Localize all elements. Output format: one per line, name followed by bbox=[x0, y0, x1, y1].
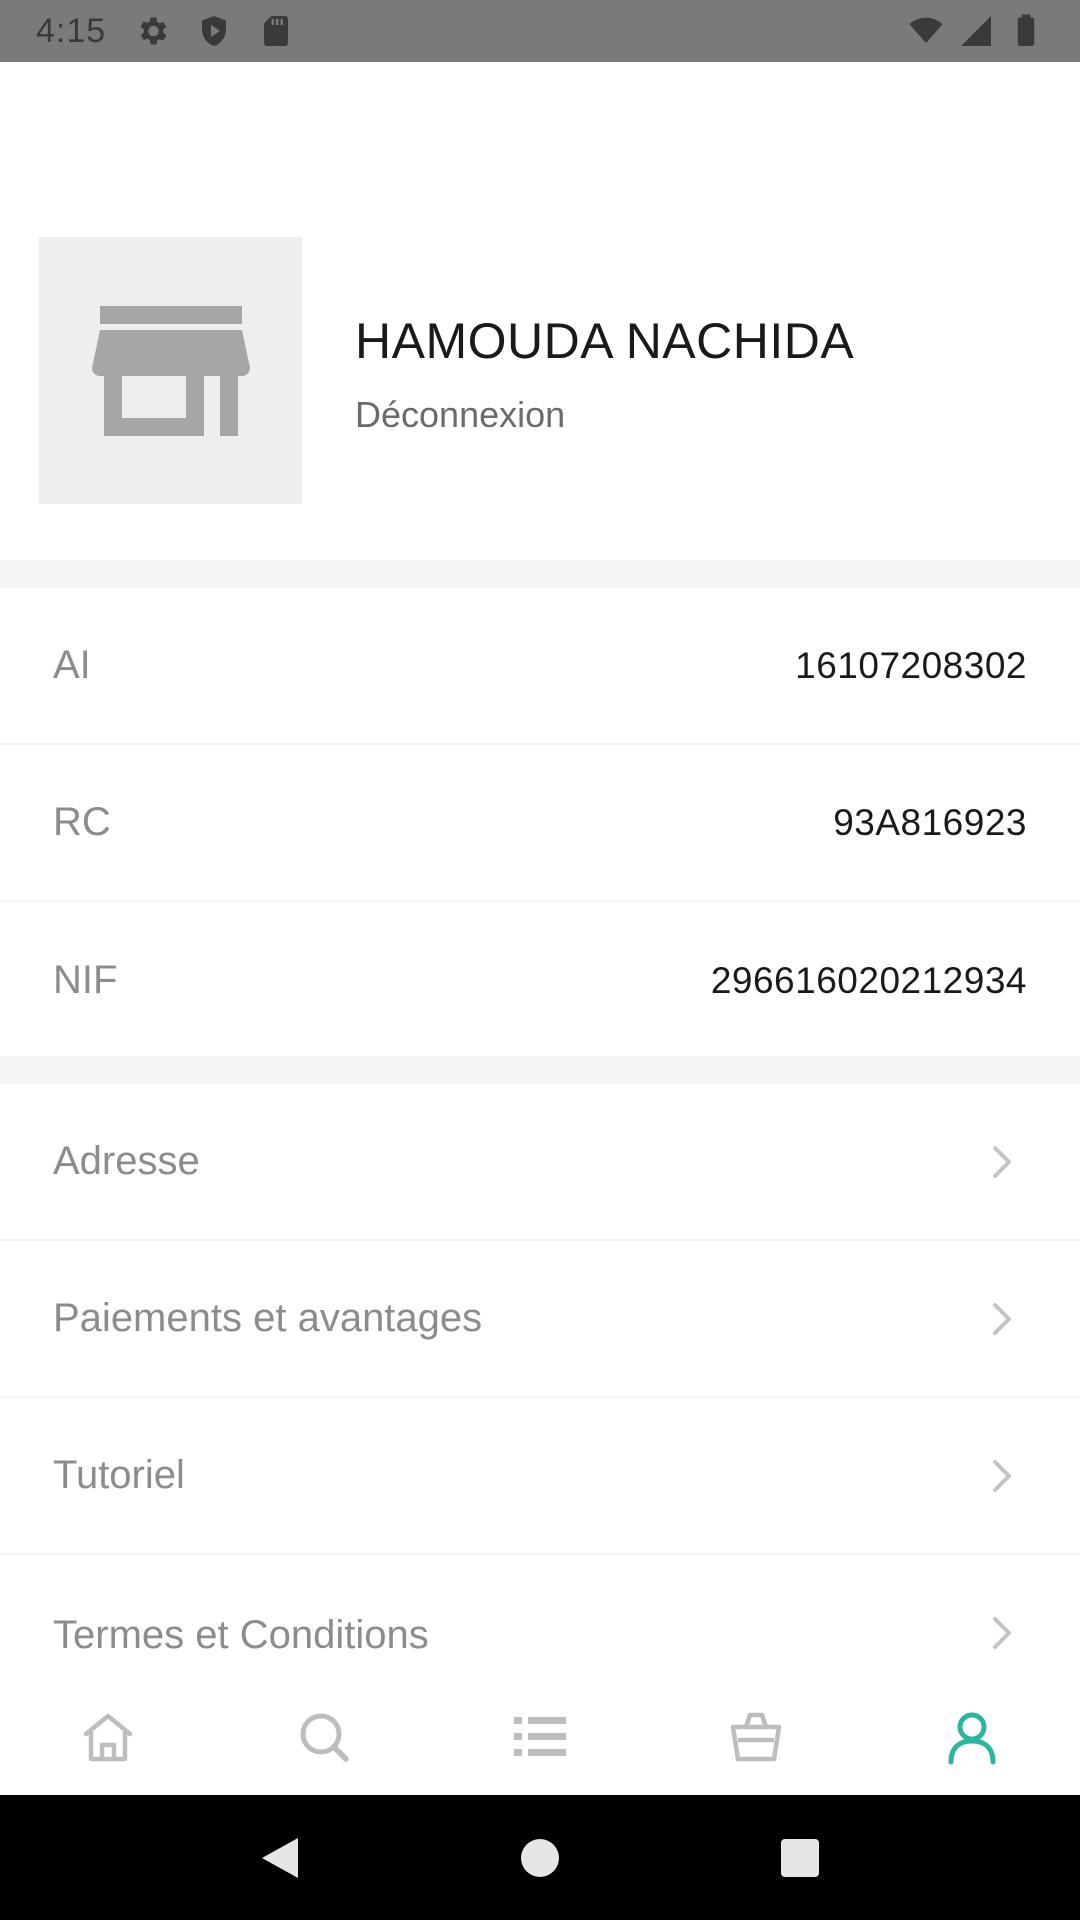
system-back-button[interactable] bbox=[250, 1828, 310, 1888]
list-icon bbox=[514, 1716, 566, 1756]
search-icon bbox=[300, 1713, 349, 1762]
nav-home[interactable] bbox=[48, 1687, 168, 1787]
menu-item-paiements[interactable]: Paiements et avantages bbox=[0, 1241, 1080, 1398]
section-divider bbox=[0, 560, 1080, 588]
sd-card-icon bbox=[264, 16, 289, 46]
shield-icon bbox=[202, 16, 227, 46]
avatar bbox=[39, 237, 302, 504]
wifi-icon bbox=[909, 17, 943, 43]
status-bar: 4:15 bbox=[0, 0, 1080, 62]
menu-item-label: Adresse bbox=[53, 1139, 200, 1183]
status-time: 4:15 bbox=[36, 11, 107, 50]
user-icon bbox=[948, 1712, 996, 1764]
status-icons-left bbox=[134, 13, 294, 49]
info-value: 93A816923 bbox=[833, 801, 1027, 843]
signal-icon bbox=[961, 16, 991, 46]
info-row-nif: NIF 296616020212934 bbox=[0, 902, 1080, 1059]
profile-header: HAMOUDA NACHIDA Déconnexion bbox=[0, 62, 1080, 560]
bottom-nav bbox=[0, 1678, 1080, 1795]
chevron-right-icon bbox=[993, 1145, 1011, 1178]
chevron-right-icon bbox=[993, 1302, 1011, 1335]
system-nav-bar bbox=[0, 1795, 1080, 1920]
home-icon bbox=[83, 1713, 133, 1761]
system-home-button[interactable] bbox=[510, 1828, 570, 1888]
nav-list[interactable] bbox=[480, 1687, 600, 1787]
battery-icon bbox=[1017, 14, 1035, 46]
chevron-right-icon bbox=[993, 1459, 1011, 1492]
section-divider bbox=[0, 1056, 1080, 1084]
menu-item-tutoriel[interactable]: Tutoriel bbox=[0, 1398, 1080, 1555]
recents-icon bbox=[781, 1838, 819, 1877]
system-recents-button[interactable] bbox=[770, 1828, 830, 1888]
status-icons-right bbox=[908, 13, 1044, 49]
home-circle-icon bbox=[521, 1838, 559, 1877]
store-icon bbox=[91, 305, 250, 436]
menu-item-label: Paiements et avantages bbox=[53, 1296, 483, 1340]
menu-item-label: Tutoriel bbox=[53, 1453, 185, 1497]
info-row-ai: AI 16107208302 bbox=[0, 588, 1080, 745]
chevron-right-icon bbox=[993, 1617, 1011, 1649]
gear-icon bbox=[140, 17, 167, 45]
info-row-rc: RC 93A816923 bbox=[0, 745, 1080, 902]
nav-search[interactable] bbox=[264, 1687, 384, 1787]
profile-name: HAMOUDA NACHIDA bbox=[355, 313, 855, 369]
menu-item-termes[interactable]: Termes et Conditions bbox=[0, 1555, 1080, 1678]
info-label: NIF bbox=[53, 958, 118, 1002]
menu-item-adresse[interactable]: Adresse bbox=[0, 1084, 1080, 1241]
nav-profile[interactable] bbox=[912, 1687, 1032, 1787]
nav-basket[interactable] bbox=[696, 1687, 816, 1787]
logout-link[interactable]: Déconnexion bbox=[355, 394, 565, 436]
info-label: AI bbox=[53, 643, 91, 687]
info-value: 296616020212934 bbox=[710, 959, 1027, 1001]
basket-icon bbox=[730, 1712, 782, 1761]
info-label: RC bbox=[53, 800, 111, 844]
back-icon bbox=[262, 1837, 298, 1878]
menu-item-label: Termes et Conditions bbox=[53, 1613, 429, 1657]
info-value: 16107208302 bbox=[795, 644, 1027, 686]
